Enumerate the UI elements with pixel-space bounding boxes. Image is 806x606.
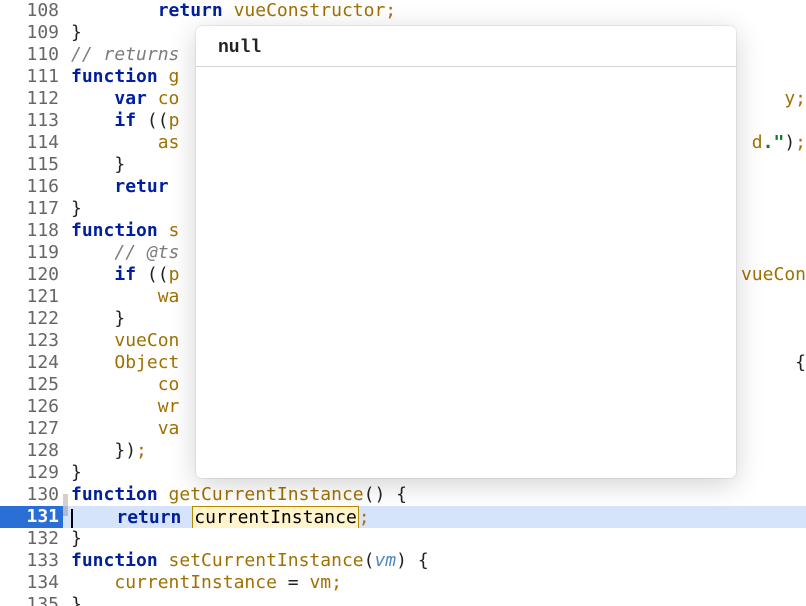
code-content[interactable]: return vueConstructor; bbox=[63, 0, 806, 22]
code-content[interactable]: } bbox=[63, 594, 806, 606]
line-number: 117 bbox=[0, 198, 63, 220]
code-line[interactable]: 134 currentInstance = vm; bbox=[0, 572, 806, 594]
code-editor[interactable]: 108 return vueConstructor;109}110// retu… bbox=[0, 0, 806, 606]
line-number: 113 bbox=[0, 110, 63, 132]
highlighted-identifier: currentInstance bbox=[192, 506, 359, 528]
line-number: 130 bbox=[0, 484, 63, 506]
code-line[interactable]: 130function getCurrentInstance() { bbox=[0, 484, 806, 506]
line-number: 109 bbox=[0, 22, 63, 44]
code-line[interactable]: 135} bbox=[0, 594, 806, 606]
popup-title: null bbox=[196, 26, 736, 67]
line-number: 119 bbox=[0, 242, 63, 264]
line-number: 127 bbox=[0, 418, 63, 440]
line-number: 132 bbox=[0, 528, 63, 550]
line-number: 115 bbox=[0, 154, 63, 176]
line-number: 125 bbox=[0, 374, 63, 396]
line-number: 120 bbox=[0, 264, 63, 286]
caret-column-indicator bbox=[63, 494, 68, 516]
line-number: 110 bbox=[0, 44, 63, 66]
line-number: 116 bbox=[0, 176, 63, 198]
popup-body bbox=[196, 67, 736, 87]
line-number: 118 bbox=[0, 220, 63, 242]
code-line[interactable]: 132} bbox=[0, 528, 806, 550]
line-number: 124 bbox=[0, 352, 63, 374]
documentation-popup[interactable]: null bbox=[196, 26, 736, 478]
code-line[interactable]: 108 return vueConstructor; bbox=[0, 0, 806, 22]
code-line[interactable]: 133function setCurrentInstance(vm) { bbox=[0, 550, 806, 572]
line-number: 112 bbox=[0, 88, 63, 110]
line-number: 114 bbox=[0, 132, 63, 154]
code-content[interactable]: } bbox=[63, 528, 806, 550]
line-number: 108 bbox=[0, 0, 63, 22]
line-number: 134 bbox=[0, 572, 63, 594]
line-number: 121 bbox=[0, 286, 63, 308]
code-content[interactable]: function setCurrentInstance(vm) { bbox=[63, 550, 806, 572]
line-number: 129 bbox=[0, 462, 63, 484]
code-content[interactable]: function getCurrentInstance() { bbox=[63, 484, 806, 506]
line-number: 135 bbox=[0, 594, 63, 606]
code-content[interactable]: currentInstance = vm; bbox=[63, 572, 806, 594]
code-line[interactable]: 131 return currentInstance; bbox=[0, 506, 806, 528]
line-number: 126 bbox=[0, 396, 63, 418]
line-number: 128 bbox=[0, 440, 63, 462]
line-number: 131 bbox=[0, 506, 63, 528]
line-number: 122 bbox=[0, 308, 63, 330]
code-content[interactable]: return currentInstance; bbox=[63, 506, 806, 528]
line-number: 111 bbox=[0, 66, 63, 88]
line-number: 123 bbox=[0, 330, 63, 352]
line-number: 133 bbox=[0, 550, 63, 572]
